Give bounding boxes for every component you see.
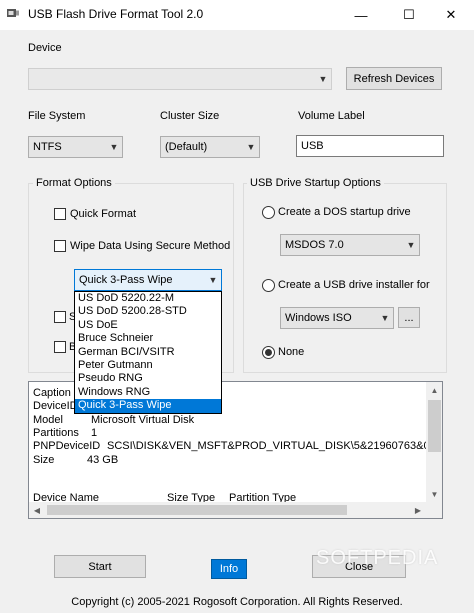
info-key-model: Model — [33, 414, 63, 426]
chevron-down-icon: ▼ — [246, 142, 256, 152]
device-label: Device — [28, 42, 62, 54]
maximize-button[interactable]: ☐ — [386, 0, 432, 30]
scrollbar-thumb[interactable] — [428, 400, 441, 452]
cluster-size-label: Cluster Size — [160, 110, 220, 122]
info-key-deviceid: DeviceID — [33, 400, 78, 412]
wipe-option[interactable]: US DoE — [75, 319, 221, 332]
dos-version-select[interactable]: MSDOS 7.0 ▼ — [280, 234, 420, 256]
close-window-button[interactable]: ✕ — [428, 0, 474, 30]
file-system-value: NTFS — [33, 141, 62, 153]
info-button[interactable]: Info — [211, 559, 247, 579]
scroll-up-icon[interactable]: ▲ — [426, 382, 442, 398]
cluster-size-value: (Default) — [165, 141, 208, 153]
wipe-option-highlighted[interactable]: Quick 3-Pass Wipe — [75, 399, 221, 413]
none-label: None — [278, 346, 305, 358]
info-key-pnpdeviceid: PNPDeviceID — [33, 440, 101, 452]
installer-source-value: Windows ISO — [285, 312, 352, 324]
softpedia-watermark: SOFTPEDIA — [316, 547, 439, 569]
dos-startup-radio[interactable] — [262, 206, 275, 219]
format-options-title: Format Options — [33, 177, 115, 189]
volume-label-label: Volume Label — [298, 110, 365, 122]
volume-label-input[interactable]: USB — [296, 135, 444, 157]
start-button[interactable]: Start — [54, 555, 146, 578]
horizontal-scrollbar[interactable]: ◀ ▶ — [29, 502, 426, 518]
chevron-down-icon: ▼ — [380, 313, 390, 323]
device-select[interactable]: ▼ — [28, 68, 332, 90]
scroll-left-icon[interactable]: ◀ — [29, 502, 45, 518]
chevron-down-icon: ▼ — [406, 240, 416, 250]
wipe-option[interactable]: Bruce Schneier — [75, 332, 221, 345]
copyright-footer: Copyright (c) 2005-2021 Rogosoft Corpora… — [71, 596, 403, 608]
maximize-icon: ☐ — [403, 7, 415, 22]
vertical-scrollbar[interactable]: ▲ ▼ — [426, 382, 442, 502]
info-key-partitions: Partitions — [33, 427, 79, 439]
wipe-data-label: Wipe Data Using Secure Method — [70, 240, 231, 252]
wipe-option[interactable]: US DoD 5220.22-M — [75, 292, 221, 305]
wipe-option[interactable]: US DoD 5200.28-STD — [75, 305, 221, 318]
wipe-option[interactable]: Windows RNG — [75, 386, 221, 399]
radio-selected-dot — [265, 349, 272, 356]
info-value-pnpdeviceid: SCSI\DISK&VEN_MSFT&PROD_VIRTUAL_DISK\5&2… — [107, 440, 443, 452]
wipe-option[interactable]: Peter Gutmann — [75, 359, 221, 372]
wipe-method-dropdown-list[interactable]: US DoD 5220.22-M US DoD 5200.28-STD US D… — [74, 291, 222, 414]
cluster-size-select[interactable]: (Default) ▼ — [160, 136, 260, 158]
minimize-icon: — — [354, 7, 368, 23]
usb-installer-radio[interactable] — [262, 279, 275, 292]
info-key-caption: Caption — [33, 387, 71, 399]
startup-options-title: USB Drive Startup Options — [247, 177, 384, 189]
scrollbar-corner — [426, 502, 442, 518]
usb-installer-label: Create a USB drive installer for — [278, 279, 430, 291]
scroll-down-icon[interactable]: ▼ — [426, 486, 442, 502]
wipe-method-select[interactable]: Quick 3-Pass Wipe ▼ — [74, 269, 222, 291]
close-icon: ✕ — [445, 7, 457, 22]
dos-version-value: MSDOS 7.0 — [285, 239, 344, 251]
window-title: USB Flash Drive Format Tool 2.0 — [28, 7, 204, 21]
browse-button[interactable]: ... — [398, 307, 420, 328]
usb-drive-icon — [7, 9, 19, 17]
dos-startup-label: Create a DOS startup drive — [278, 206, 411, 218]
horizontal-scrollbar-thumb[interactable] — [47, 505, 347, 515]
scroll-right-icon[interactable]: ▶ — [410, 502, 426, 518]
option-checkbox-3[interactable] — [54, 311, 66, 323]
quick-format-checkbox[interactable] — [54, 208, 66, 220]
wipe-data-checkbox[interactable] — [54, 240, 66, 252]
minimize-button[interactable]: — — [338, 0, 384, 30]
info-value-size: 43 GB — [87, 454, 119, 466]
refresh-devices-button[interactable]: Refresh Devices — [346, 67, 442, 90]
none-radio[interactable] — [262, 346, 275, 359]
installer-source-select[interactable]: Windows ISO ▼ — [280, 307, 394, 329]
file-system-select[interactable]: NTFS ▼ — [28, 136, 123, 158]
chevron-down-icon: ▼ — [318, 74, 328, 84]
wipe-option[interactable]: Pseudo RNG — [75, 372, 221, 385]
chevron-down-icon: ▼ — [109, 142, 119, 152]
quick-format-label: Quick Format — [70, 208, 137, 220]
info-value-partitions: 1 — [91, 427, 98, 439]
file-system-label: File System — [28, 110, 86, 122]
option-checkbox-4[interactable] — [54, 341, 66, 353]
info-key-size: Size — [33, 454, 55, 466]
wipe-option[interactable]: German BCI/VSITR — [75, 346, 221, 359]
wipe-method-value: Quick 3-Pass Wipe — [79, 274, 173, 286]
chevron-down-icon: ▼ — [208, 275, 218, 285]
info-value-model: Microsoft Virtual Disk — [91, 414, 195, 426]
